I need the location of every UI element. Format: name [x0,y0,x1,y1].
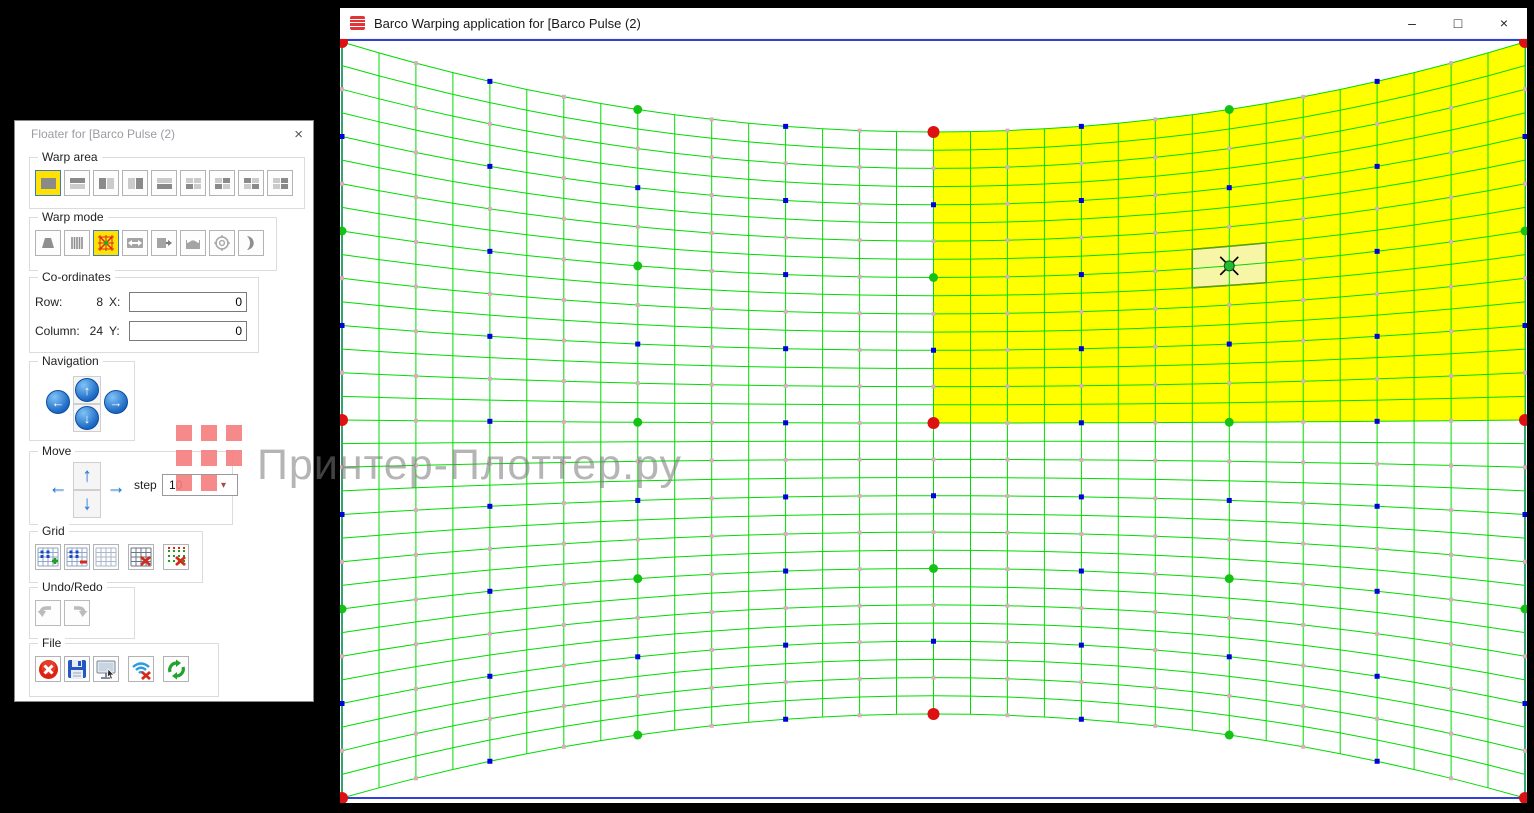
area-quad-right[interactable] [267,170,293,196]
floater-title-bar[interactable]: Floater for [Barco Pulse (2) × [15,121,313,147]
title-bar[interactable]: Barco Warping application for [Barco Pul… [340,8,1527,39]
undo-button[interactable] [35,600,61,626]
area-top-bottom-2[interactable] [151,170,177,196]
mode-rotate[interactable] [180,230,206,256]
right-arrow-icon: → [107,477,126,499]
row-value: 8 [83,295,109,309]
area-top-bottom[interactable] [64,170,90,196]
grid-clear-points[interactable] [163,544,189,570]
left-arrow-icon: ← [46,390,70,414]
chevron-down-icon: ▾ [221,480,237,491]
desktop: { "main_window": { "title": "Barco Warpi… [0,0,1534,813]
step-value: 10 [163,478,221,492]
up-arrow-icon: ↑ [82,465,92,487]
warp-mode-label: Warp mode [38,210,108,224]
area-quad-diag-2[interactable] [238,170,264,196]
move-group: Move step 10 ▾ ←↑→↓ [29,451,233,525]
down-arrow-icon: ↓ [75,406,99,430]
warp-area-group: Warp area [29,157,305,209]
area-quad-diag[interactable] [209,170,235,196]
warp-mode-group: Warp mode [29,217,277,271]
mode-grid-points[interactable] [93,230,119,256]
mode-center[interactable] [209,230,235,256]
move-right[interactable]: → [102,474,130,502]
floater-close-icon[interactable]: × [294,127,303,142]
navigation-group: Navigation ←↑→↓ [29,361,135,441]
main-window: Barco Warping application for [Barco Pul… [340,8,1527,802]
grid-remove-point[interactable] [64,544,90,570]
row-label: Row: [35,295,83,309]
barco-logo-icon [350,16,365,30]
file-refresh[interactable] [163,656,189,682]
floater-title: Floater for [Barco Pulse (2) [31,127,175,141]
grid-group: Grid [29,531,203,583]
up-arrow-icon: ↑ [75,378,99,402]
file-save[interactable] [64,656,90,682]
y-input[interactable] [129,321,247,341]
y-label: Y: [109,324,129,338]
mode-linearity[interactable] [64,230,90,256]
nav-left[interactable]: ← [44,388,72,416]
window-title: Barco Warping application for [Barco Pul… [374,16,641,31]
mode-keystone[interactable] [35,230,61,256]
down-arrow-icon: ↓ [82,493,92,515]
minimize-button[interactable]: – [1389,9,1435,37]
warp-mesh-canvas[interactable] [340,39,1527,803]
undo-redo-group: Undo/Redo [29,587,135,639]
file-apply-display[interactable] [93,656,119,682]
mode-shift[interactable] [151,230,177,256]
nav-up[interactable]: ↑ [73,376,101,404]
file-group: File [29,643,219,697]
grid-add-point[interactable] [35,544,61,570]
column-value: 24 [83,324,109,338]
move-left[interactable]: ← [44,474,72,502]
grid-label: Grid [38,524,69,538]
file-label: File [38,636,65,650]
coordinates-group: Co-ordinates Row: 8 X: Column: 24 Y: [29,277,259,353]
mode-width[interactable] [122,230,148,256]
step-label: step [134,478,157,492]
area-left-right-2[interactable] [122,170,148,196]
area-full[interactable] [35,170,61,196]
file-exit[interactable] [35,656,61,682]
window-controls: – □ × [1389,9,1527,37]
warp-area-label: Warp area [38,150,102,164]
grid-reset[interactable] [128,544,154,570]
x-input[interactable] [129,292,247,312]
redo-button[interactable] [64,600,90,626]
coordinates-label: Co-ordinates [38,270,115,284]
move-up[interactable]: ↑ [73,462,101,490]
column-label: Column: [35,324,83,338]
mode-curve[interactable] [238,230,264,256]
undo-redo-label: Undo/Redo [38,580,107,594]
x-label: X: [109,295,129,309]
area-left-right[interactable] [93,170,119,196]
nav-right[interactable]: → [102,388,130,416]
right-arrow-icon: → [104,390,128,414]
area-quad-bl[interactable] [180,170,206,196]
close-button[interactable]: × [1481,9,1527,37]
file-disconnect[interactable] [128,656,154,682]
move-down[interactable]: ↓ [73,490,101,518]
grid-show[interactable] [93,544,119,570]
step-combo[interactable]: 10 ▾ [162,474,238,496]
floater-window[interactable]: Floater for [Barco Pulse (2) × Warp area… [14,120,314,702]
left-arrow-icon: ← [49,477,68,499]
maximize-button[interactable]: □ [1435,9,1481,37]
nav-down[interactable]: ↓ [73,404,101,432]
